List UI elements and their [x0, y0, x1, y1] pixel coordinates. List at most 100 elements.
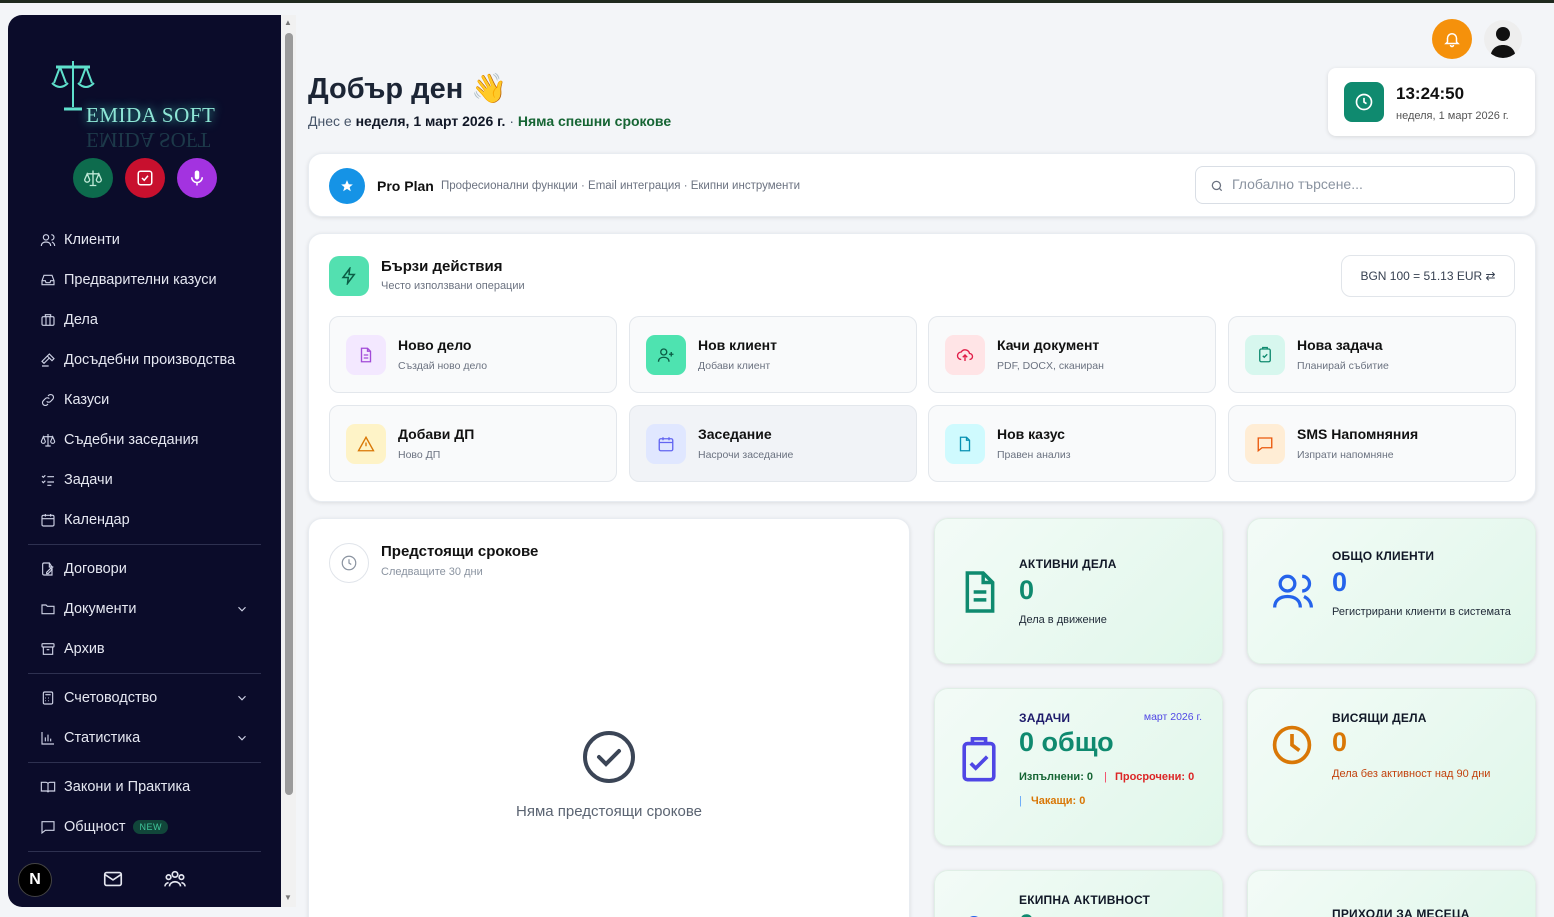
sidebar-divider	[28, 851, 261, 852]
stat-team-activity[interactable]: ЕКИПНА АКТИВНОСТ 0	[934, 870, 1223, 917]
action-hearing[interactable]: Заседание Насрочи заседание	[629, 405, 917, 482]
calculator-icon	[42, 691, 54, 705]
plan-title: Pro Plan	[377, 178, 434, 194]
search-input[interactable]	[1232, 176, 1502, 192]
microphone-icon	[191, 170, 203, 186]
sidebar-item-pretrial[interactable]: Досъдебни производства	[28, 340, 261, 380]
tile-title: Заседание	[698, 426, 772, 442]
sidebar-item-hearings[interactable]: Съдебни заседания	[28, 420, 261, 460]
stat-desc: Дела без активност над 90 дни	[1332, 768, 1491, 780]
link-icon	[41, 393, 55, 407]
cloud-upload-icon	[956, 349, 974, 361]
sidebar-item-label: Календар	[64, 512, 130, 528]
action-new-matter[interactable]: Нов казус Правен анализ	[928, 405, 1216, 482]
sidebar: EMIDA SOFT EMIDA SOFT Клиенти Предварите…	[8, 15, 281, 907]
tasks-separator: |	[1104, 771, 1107, 783]
scroll-up-arrow[interactable]: ▲	[284, 18, 292, 27]
window-top-border	[0, 0, 1554, 3]
users-icon	[40, 234, 56, 247]
sidebar-item-label: Съдебни заседания	[64, 432, 199, 448]
scrollbar-thumb[interactable]	[285, 33, 293, 795]
team-icon[interactable]	[164, 868, 186, 890]
stat-value: 0 общо	[1019, 727, 1114, 757]
sidebar-item-contracts[interactable]: Договори	[28, 549, 261, 589]
sidebar-item-label: Счетоводство	[64, 690, 158, 706]
sidebar-item-label: Документи	[64, 601, 137, 617]
tile-icon-box	[945, 424, 985, 464]
action-upload-document[interactable]: Качи документ PDF, DOCX, сканиран	[928, 316, 1216, 393]
mail-icon[interactable]	[102, 868, 124, 890]
sidebar-item-accounting[interactable]: Счетоводство	[28, 678, 261, 718]
stat-label: ЕКИПНА АКТИВНОСТ	[1019, 893, 1151, 907]
voice-shortcut-button[interactable]	[177, 158, 217, 198]
action-add-pretrial[interactable]: Добави ДП Ново ДП	[329, 405, 617, 482]
stat-pending-cases[interactable]: ВИСЯЩИ ДЕЛА 0 Дела без активност над 90 …	[1247, 688, 1536, 846]
briefcase-icon	[41, 314, 55, 326]
action-sms-reminders[interactable]: SMS Напомняния Изпрати напомняне	[1228, 405, 1516, 482]
chat-icon	[1257, 437, 1273, 453]
sidebar-item-preliminary-cases[interactable]: Предварителни казуси	[28, 260, 261, 300]
tile-icon-box	[945, 335, 985, 375]
tile-subtitle: PDF, DOCX, сканиран	[997, 360, 1104, 372]
calendar-icon	[41, 514, 55, 527]
stat-desc: Дела в движение	[1019, 614, 1107, 626]
scroll-down-arrow[interactable]: ▼	[284, 893, 292, 902]
check-circle-icon	[583, 731, 635, 783]
sidebar-item-documents[interactable]: Документи	[28, 589, 261, 629]
brand-logo[interactable]: EMIDA SOFT EMIDA SOFT	[48, 55, 238, 152]
file-edit-icon	[42, 562, 54, 576]
stat-total-clients[interactable]: ОБЩО КЛИЕНТИ 0 Регистрирани клиенти в си…	[1247, 518, 1536, 664]
today-prefix: Днес е	[308, 113, 352, 129]
tile-icon-box	[646, 424, 686, 464]
clock-icon-box	[1344, 82, 1384, 122]
sidebar-item-label: Досъдебни производства	[64, 352, 236, 368]
stat-label: ОБЩО КЛИЕНТИ	[1332, 549, 1435, 563]
sidebar-item-label: Закони и Практика	[64, 779, 191, 795]
upcoming-deadlines-card: Предстоящи срокове Следващите 30 дни Ням…	[308, 518, 910, 917]
sidebar-item-community[interactable]: Общност NEW	[28, 807, 261, 847]
search-icon	[1211, 180, 1223, 192]
sidebar-item-cases[interactable]: Дела	[28, 300, 261, 340]
tasks-shortcut-button[interactable]	[125, 158, 165, 198]
plan-features: Професионални функции · Email интеграция…	[441, 180, 801, 192]
stat-value: 0	[1332, 727, 1348, 757]
tile-title: SMS Напомняния	[1297, 426, 1419, 442]
plan-banner: Pro Plan Професионални функции · Email и…	[308, 153, 1536, 217]
file-icon	[959, 436, 971, 452]
tile-icon-box	[646, 335, 686, 375]
scales-shortcut-button[interactable]	[73, 158, 113, 198]
stat-tasks[interactable]: ЗАДАЧИ март 2026 г. 0 общо Изпълнени: 0 …	[934, 688, 1223, 846]
tasks-done: Изпълнени: 0	[1019, 771, 1094, 783]
chevron-down-icon	[238, 606, 246, 612]
sidebar-item-archive[interactable]: Архив	[28, 629, 261, 669]
sidebar-item-matters[interactable]: Казуси	[28, 380, 261, 420]
tasks-pending: Чакащи: 0	[1031, 795, 1086, 807]
sidebar-item-laws[interactable]: Закони и Практика	[28, 767, 261, 807]
global-search[interactable]	[1195, 166, 1515, 204]
sidebar-item-calendar[interactable]: Календар	[28, 500, 261, 540]
logo-text: EMIDA SOFT	[86, 103, 216, 127]
sidebar-item-tasks[interactable]: Задачи	[28, 460, 261, 500]
star-icon	[341, 180, 353, 192]
sidebar-item-statistics[interactable]: Статистика	[28, 718, 261, 758]
stat-value: 0	[1019, 909, 1034, 917]
action-new-task[interactable]: Нова задача Планирай събитие	[1228, 316, 1516, 393]
stat-active-cases[interactable]: АКТИВНИ ДЕЛА 0 Дела в движение	[934, 518, 1223, 664]
user-avatar-button[interactable]: N	[18, 863, 52, 897]
action-new-case[interactable]: Ново дело Създай ново дело	[329, 316, 617, 393]
currency-converter-button[interactable]: BGN 100 = 51.13 EUR ⇄	[1341, 255, 1515, 297]
deadlines-empty-message: Няма предстоящи срокове	[516, 803, 702, 820]
chevron-down-icon	[238, 695, 246, 701]
new-badge: NEW	[133, 820, 168, 834]
action-new-client[interactable]: Нов клиент Добави клиент	[629, 316, 917, 393]
gavel-icon	[41, 353, 55, 367]
stat-monthly-income[interactable]: ПРИХОДИ ЗА МЕСЕЦА	[1247, 870, 1536, 917]
stat-period: март 2026 г.	[1143, 711, 1202, 723]
scales-icon	[83, 170, 103, 187]
tile-title: Нов клиент	[698, 337, 777, 353]
profile-avatar-button[interactable]	[1484, 20, 1522, 58]
tile-subtitle: Ново ДП	[398, 449, 441, 461]
notifications-button[interactable]	[1432, 19, 1472, 59]
sidebar-item-clients[interactable]: Клиенти	[28, 220, 261, 260]
tile-subtitle: Добави клиент	[698, 360, 771, 372]
